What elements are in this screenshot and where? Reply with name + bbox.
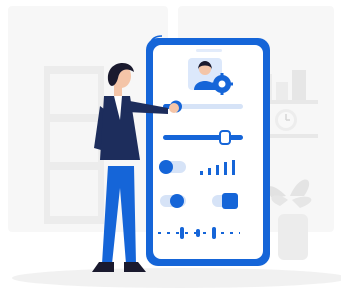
toggle-1[interactable] xyxy=(159,160,186,174)
phone-device xyxy=(146,35,270,266)
toggle-3[interactable] xyxy=(212,193,238,209)
toggle-2[interactable] xyxy=(160,194,186,208)
slider-2-knob[interactable] xyxy=(219,130,231,145)
phone-notch xyxy=(196,49,222,52)
clock-icon xyxy=(275,109,297,131)
settings-illustration xyxy=(8,6,341,288)
floor-shadow xyxy=(12,268,341,288)
